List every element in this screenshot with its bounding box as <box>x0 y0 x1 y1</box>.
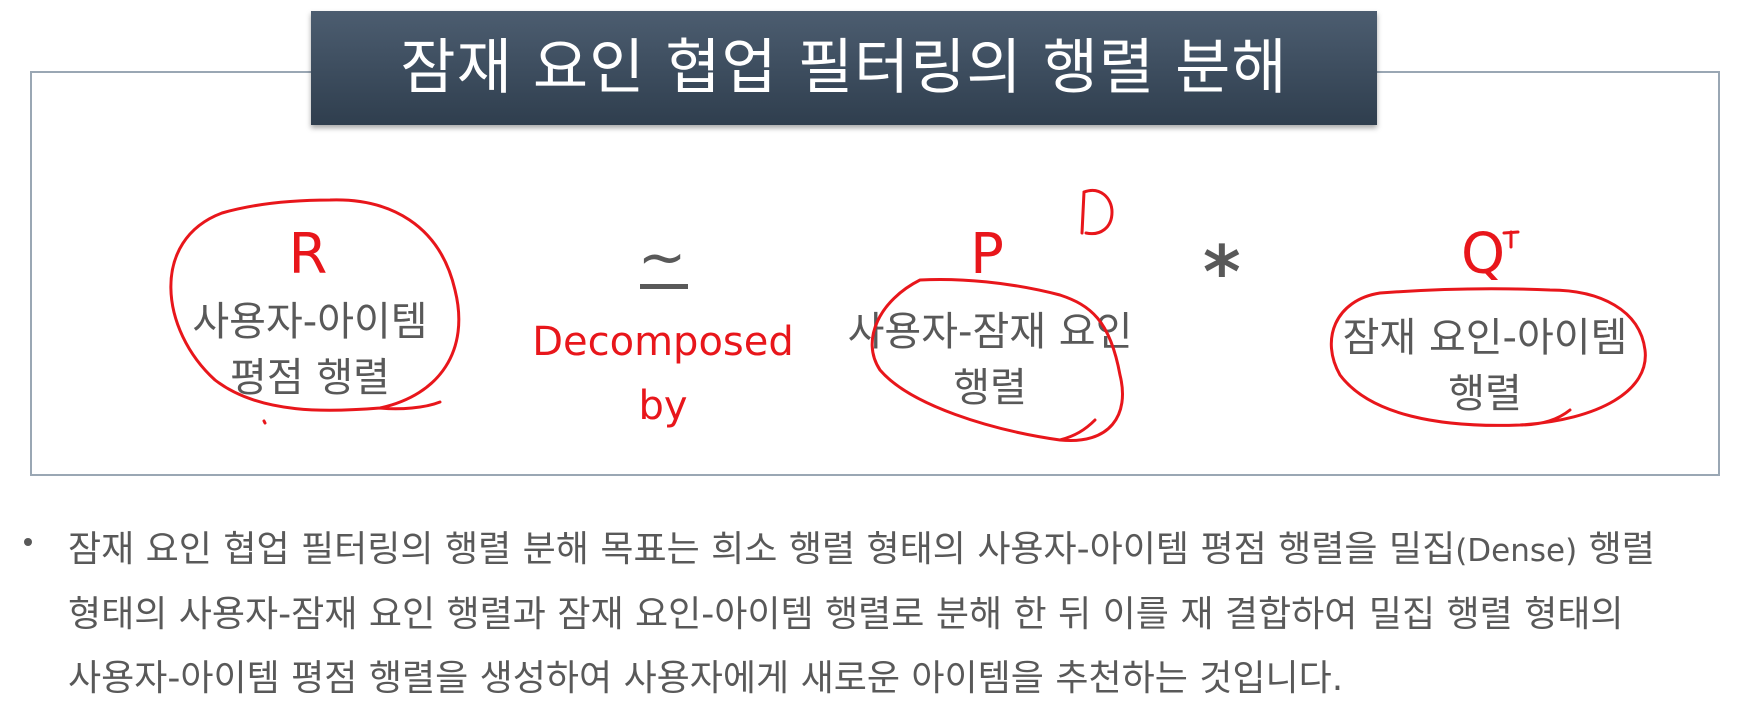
bullet-paragraph: 잠재 요인 협업 필터링의 행렬 분해 목표는 희소 행렬 형태의 사용자-아이… <box>68 518 1728 711</box>
multiply-symbol: * <box>1203 230 1241 314</box>
p-label: 사용자-잠재 요인 행렬 <box>830 304 1150 416</box>
p-label-line2: 행렬 <box>953 365 1027 411</box>
decomposed-line1: Decomposed <box>532 319 794 365</box>
decomposed-line2: by <box>638 383 688 429</box>
r-letter: R <box>288 222 328 287</box>
r-label: 사용자-아이템 평점 행렬 <box>160 294 460 406</box>
approx-underline <box>640 284 688 289</box>
q-letter: Q <box>1460 222 1506 287</box>
q-label-line1: 잠재 요인-아이템 <box>1342 315 1628 361</box>
p-label-line1: 사용자-잠재 요인 <box>847 309 1133 355</box>
bullet-line-1-dense: (Dense) <box>1455 533 1578 569</box>
bullet-line-1-part1: 잠재 요인 협업 필터링의 행렬 분해 목표는 희소 행렬 형태의 사용자-아이… <box>68 529 1456 570</box>
r-label-line2: 평점 행렬 <box>230 355 390 401</box>
approx-symbol: ~ <box>637 223 687 291</box>
decomposed-by-label: Decomposed by <box>528 310 798 438</box>
bullet-line-1: 잠재 요인 협업 필터링의 행렬 분해 목표는 희소 행렬 형태의 사용자-아이… <box>68 518 1728 583</box>
q-label-line2: 행렬 <box>1448 371 1522 417</box>
r-label-line1: 사용자-아이템 <box>192 299 428 345</box>
bullet-line-2: 형태의 사용자-잠재 요인 행렬과 잠재 요인-아이템 행렬로 분해 한 뒤 이… <box>68 594 1624 635</box>
bullet-line-1-part3: 행렬 <box>1577 529 1655 570</box>
page-title: 잠재 요인 협업 필터링의 행렬 분해 <box>311 11 1377 125</box>
q-label: 잠재 요인-아이템 행렬 <box>1320 310 1650 422</box>
bullet-line-3: 사용자-아이템 평점 행렬을 생성하여 사용자에게 새로운 아이템을 추천하는 … <box>68 658 1344 699</box>
bullet-point <box>24 538 32 546</box>
p-letter: P <box>970 222 1004 287</box>
